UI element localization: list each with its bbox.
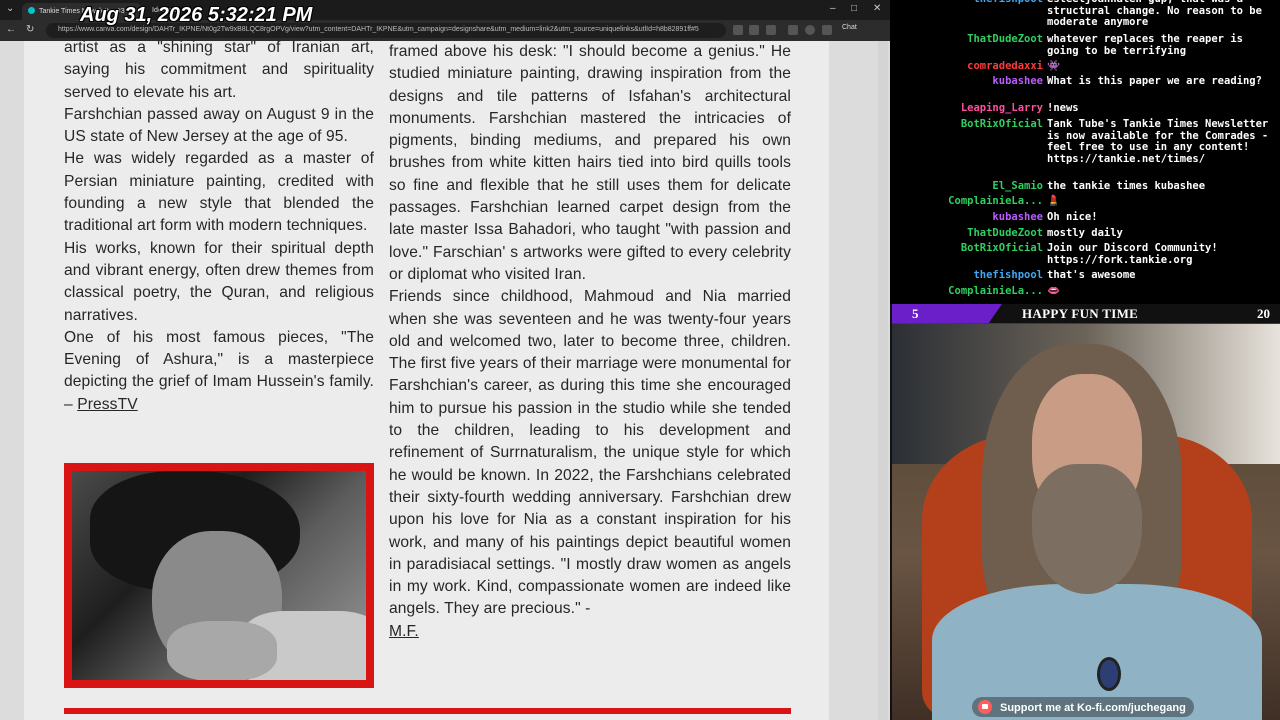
cam-pendant: [1097, 657, 1121, 691]
scrollbar[interactable]: [878, 41, 888, 720]
chat-message-text: 💄: [1047, 195, 1061, 207]
chat-message-text: !news: [1047, 102, 1079, 114]
source-link[interactable]: PressTV: [77, 396, 138, 413]
close-icon[interactable]: ✕: [873, 3, 881, 14]
paragraph: artist as a "shining star" of Iranian ar…: [64, 39, 374, 101]
chat-message-text: that's awesome: [1047, 269, 1136, 281]
chat-username[interactable]: El_Samio: [992, 180, 1043, 193]
chat-username[interactable]: kubashee: [992, 211, 1043, 224]
chat-message-text: What is this paper we are reading?: [1047, 75, 1262, 87]
extension-icon[interactable]: [733, 25, 743, 35]
portrait-photo-frame: [64, 463, 374, 688]
chat-message-text: whatever replaces the reaper is going to…: [1047, 33, 1250, 57]
paragraph: M.F.: [389, 621, 791, 643]
canva-icon: [28, 7, 35, 14]
chat-username[interactable]: Leaping_Larry: [961, 102, 1043, 115]
chat-message-text: Tank Tube's Tankie Times Newsletter is n…: [1047, 118, 1275, 165]
chat-message-text: mostly daily: [1047, 227, 1123, 239]
banner-left-number: 5: [912, 306, 919, 321]
paragraph: His works, known for their spiritual dep…: [64, 239, 374, 324]
chat-message-text: esteeljoannalen gup, that was a structur…: [1047, 0, 1262, 28]
source-link[interactable]: M.F.: [389, 623, 419, 640]
chat-message-text: the tankie times kubashee: [1047, 180, 1206, 192]
chat-username[interactable]: thefishpool: [973, 269, 1043, 282]
article-right-column: framed above his desk: "I should become …: [389, 41, 791, 643]
webcam-feed: [892, 304, 1280, 720]
photo-hand: [167, 621, 277, 680]
paragraph: Farshchian passed away on August 9 in th…: [64, 105, 374, 146]
chat-panel: thefishpool esteeljoannalen gup, that was…: [890, 0, 1280, 304]
red-divider: [64, 708, 791, 714]
portrait-photo: [72, 471, 366, 680]
extension-icon[interactable]: [766, 25, 776, 35]
chat-button[interactable]: Chat: [842, 24, 857, 31]
back-icon[interactable]: ←: [6, 24, 16, 35]
paragraph: Friends since childhood, Mahmoud and Nia…: [389, 288, 791, 618]
extension-icon[interactable]: [749, 25, 759, 35]
paragraph: One of his most famous pieces, "The Even…: [64, 327, 374, 416]
menu-icon[interactable]: [822, 25, 832, 35]
chat-username[interactable]: ThatDudeZoot: [967, 227, 1043, 240]
chat-username[interactable]: BotRixOficial: [961, 118, 1043, 131]
reload-icon[interactable]: ↻: [26, 24, 34, 35]
screen: ⌄ Tankie Times Newsletter #3 Ideas: T...…: [0, 0, 1280, 720]
paragraph: framed above his desk: "I should become …: [389, 43, 791, 283]
extension-icon[interactable]: [788, 25, 798, 35]
article-left-column: artist as a "shining star" of Iranian ar…: [64, 39, 374, 416]
chat-username[interactable]: comradedaxxi: [967, 60, 1043, 73]
kofi-text: Support me at Ko-fi.com/juchegang: [1000, 702, 1186, 714]
chat-message-text: Join our Discord Community! https://fork…: [1047, 242, 1225, 266]
chat-username[interactable]: ComplainieLa...: [948, 285, 1043, 298]
chat-username[interactable]: thefishpool: [973, 0, 1043, 6]
browser-window: ⌄ Tankie Times Newsletter #3 Ideas: T...…: [0, 0, 890, 720]
paragraph: He was widely regarded as a master of Pe…: [64, 150, 374, 235]
chat-username[interactable]: BotRixOficial: [961, 242, 1043, 255]
chat-message-text: 👄: [1047, 285, 1061, 297]
kofi-cup-icon: [978, 700, 992, 714]
banner-right-number: 20: [1257, 306, 1270, 321]
tab-search-icon[interactable]: ⌄: [6, 3, 14, 14]
cam-person-beard: [1032, 464, 1142, 594]
kofi-banner: Support me at Ko-fi.com/juchegang: [972, 697, 1194, 717]
chat-username[interactable]: kubashee: [992, 75, 1043, 88]
chat-username[interactable]: ComplainieLa...: [948, 195, 1043, 208]
profile-icon[interactable]: [805, 25, 815, 35]
clock-overlay: Aug 31, 2026 5:32:21 PM: [80, 4, 313, 26]
chat-username[interactable]: ThatDudeZoot: [967, 33, 1043, 46]
maximize-icon[interactable]: □: [851, 3, 857, 14]
banner-left-block: [892, 304, 1002, 323]
chat-message-text: Oh nice!: [1047, 211, 1098, 223]
banner-title: HAPPY FUN TIME: [1022, 306, 1139, 321]
chat-message-text: 👾: [1047, 60, 1061, 72]
minimize-icon[interactable]: –: [830, 3, 836, 14]
stream-banner: 5 HAPPY FUN TIME 20: [892, 304, 1280, 323]
